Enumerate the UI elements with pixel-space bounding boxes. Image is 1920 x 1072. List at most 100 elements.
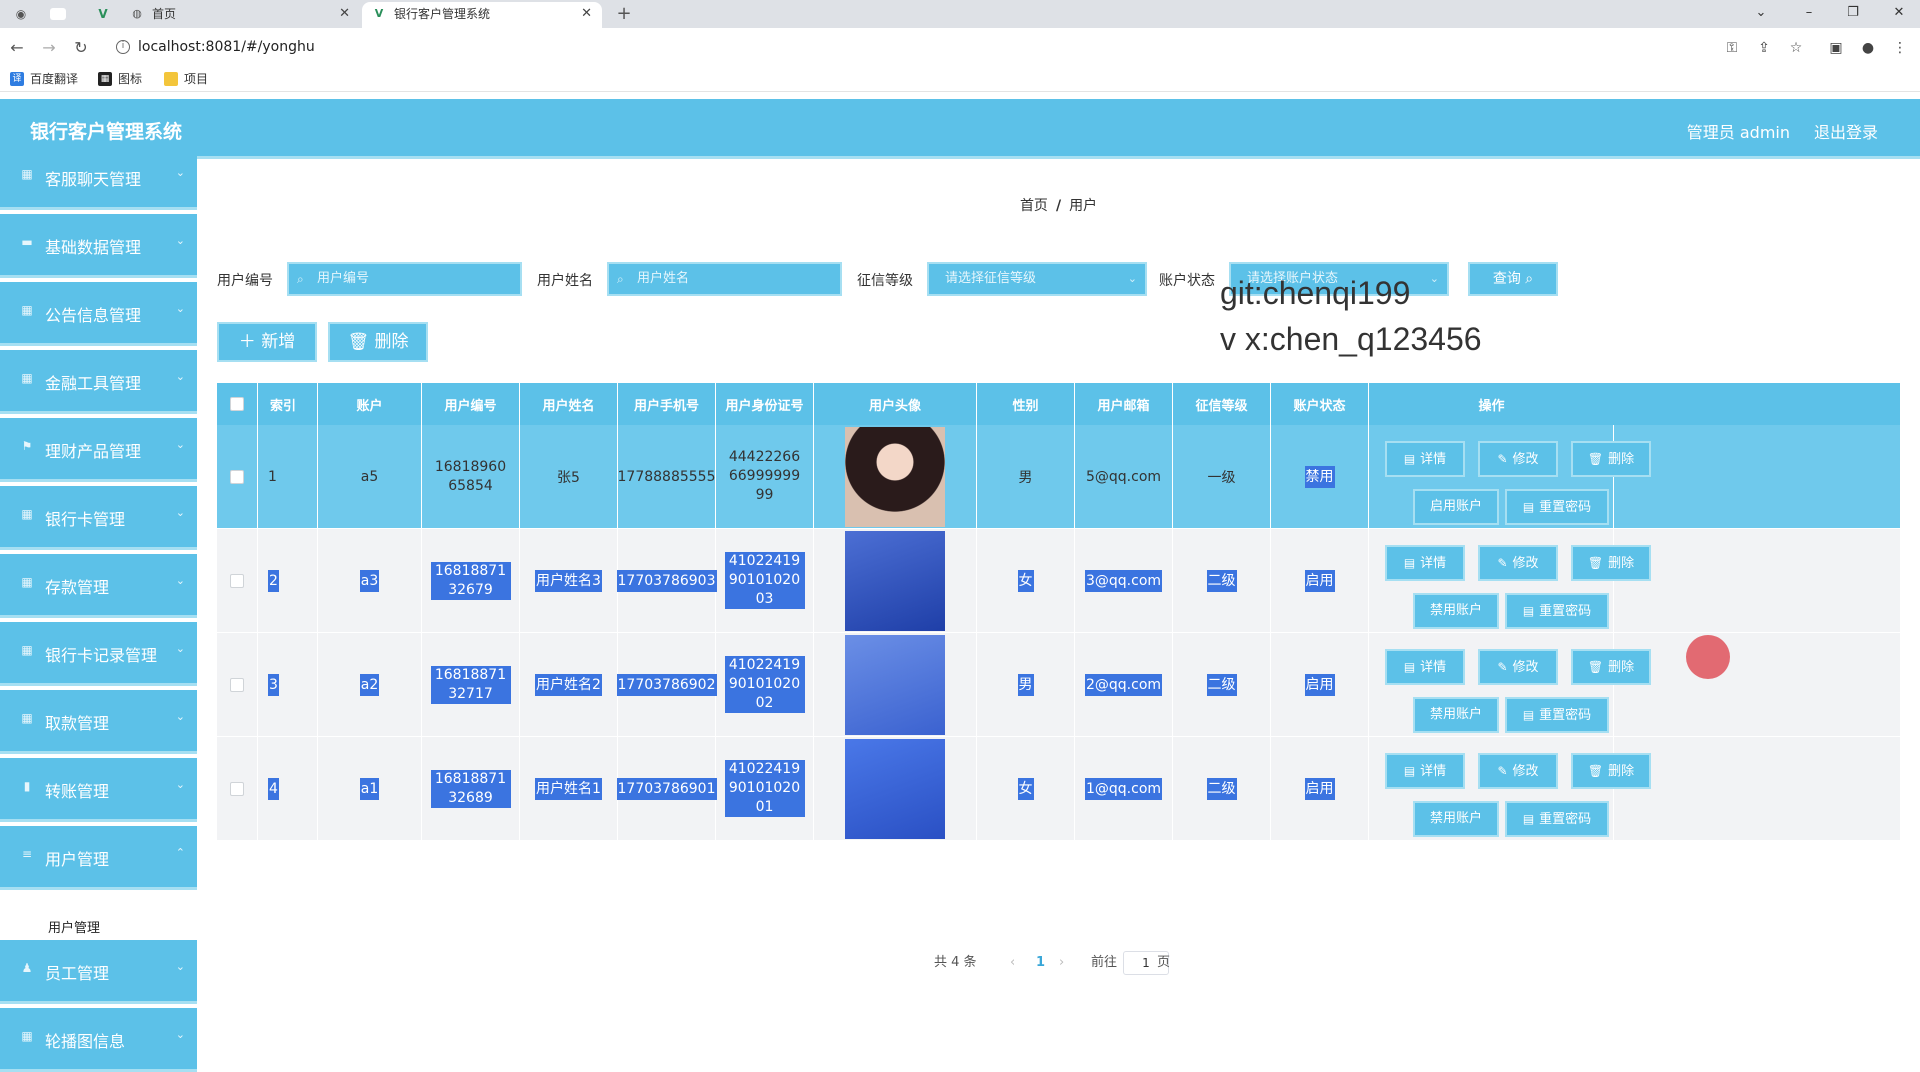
- close-icon[interactable]: ✕: [581, 2, 592, 26]
- url-field[interactable]: i localhost:8081/#/yonghu: [108, 34, 1808, 62]
- tab-placeholder-icon[interactable]: [50, 8, 66, 20]
- chevron-down-icon[interactable]: ⌄: [1746, 3, 1776, 23]
- reset-password-button[interactable]: ▤ 重置密码: [1505, 489, 1609, 525]
- delete-row-button[interactable]: 🗑 删除: [1571, 545, 1651, 581]
- sidebar-item-staff[interactable]: ♟ 员工管理 ⌄: [0, 940, 197, 1004]
- next-page-icon[interactable]: ›: [1059, 948, 1064, 978]
- delete-row-button[interactable]: 🗑 删除: [1571, 441, 1651, 477]
- column-header: 用户身份证号: [716, 383, 814, 425]
- vue-icon[interactable]: V: [94, 5, 112, 23]
- search-icon: ⌕: [1525, 271, 1534, 287]
- sidebar-item-card-records[interactable]: ▦ 银行卡记录管理 ⌄: [0, 622, 197, 686]
- bookmark-translate[interactable]: 译 百度翻译: [10, 71, 78, 87]
- detail-button[interactable]: ▤ 详情: [1385, 441, 1465, 477]
- row-checkbox[interactable]: [230, 781, 244, 796]
- sidebar-item-users[interactable]: ≡ 用户管理 ⌃: [0, 826, 197, 890]
- more-icon[interactable]: ⋮: [1890, 38, 1910, 58]
- avatar: [845, 634, 945, 735]
- detail-button[interactable]: ▤ 详情: [1385, 545, 1465, 581]
- toggle-account-button[interactable]: 禁用账户: [1413, 801, 1499, 837]
- sidebar-item-chat[interactable]: ▦ 客服聊天管理 ⌄: [0, 146, 197, 210]
- star-icon[interactable]: ☆: [1786, 38, 1806, 58]
- email-value: 3@qq.com: [1084, 569, 1163, 592]
- sidebar-item-bank-card[interactable]: ▦ 银行卡管理 ⌄: [0, 486, 197, 550]
- sidebar-item-notice[interactable]: ▦ 公告信息管理 ⌄: [0, 282, 197, 346]
- row-checkbox[interactable]: [230, 573, 244, 588]
- table-row[interactable]: 3 a2 1681887132717 用户姓名2 17703786902 41022419…: [217, 633, 1900, 737]
- toggle-account-button[interactable]: 启用账户: [1413, 489, 1499, 525]
- user-no-input[interactable]: ⌕ 用户编号: [287, 262, 522, 296]
- sidebar-item-transfer[interactable]: ▮ 转账管理 ⌄: [0, 758, 197, 822]
- toggle-account-button[interactable]: 禁用账户: [1413, 593, 1499, 629]
- account-status-label: 账户状态: [1159, 273, 1215, 289]
- sidebar-item-carousel[interactable]: ▦ 轮播图信息 ⌄: [0, 1008, 197, 1072]
- share-icon[interactable]: ⇪: [1754, 38, 1774, 58]
- account-icon[interactable]: ●: [1858, 38, 1878, 58]
- credit-value: 一级: [1207, 469, 1236, 486]
- cell-email: 2@qq.com: [1075, 633, 1173, 736]
- info-icon[interactable]: i: [116, 40, 130, 54]
- reset-password-button[interactable]: ▤ 重置密码: [1505, 801, 1609, 837]
- column-header: 征信等级: [1173, 383, 1271, 425]
- reload-icon[interactable]: ↻: [70, 37, 92, 59]
- phone-value: 17703786901: [616, 777, 717, 800]
- select-all-checkbox[interactable]: [230, 397, 244, 411]
- close-icon[interactable]: ✕: [339, 2, 350, 26]
- page-number[interactable]: 1: [1036, 948, 1045, 978]
- tab-home[interactable]: ◍ 首页 ✕: [120, 2, 360, 28]
- sidebar-item-deposit[interactable]: ▦ 存款管理 ⌄: [0, 554, 197, 618]
- row-checkbox[interactable]: [230, 677, 244, 692]
- tab-title: 银行客户管理系统: [394, 7, 491, 21]
- user-name-input[interactable]: ⌕ 用户姓名: [607, 262, 842, 296]
- delete-row-button[interactable]: 🗑 删除: [1571, 649, 1651, 685]
- document-icon: ▤: [1403, 764, 1416, 778]
- add-button[interactable]: ＋ 新增: [217, 322, 317, 362]
- breadcrumb-home[interactable]: 首页: [1020, 198, 1048, 214]
- close-window-icon[interactable]: ✕: [1884, 3, 1914, 23]
- reset-password-button[interactable]: ▤ 重置密码: [1505, 697, 1609, 733]
- sidebar-item-basic-data[interactable]: ▬ 基础数据管理 ⌄: [0, 214, 197, 278]
- delete-row-button[interactable]: 🗑 删除: [1571, 753, 1651, 789]
- chevron-down-icon: ⌄: [175, 574, 185, 587]
- prev-page-icon[interactable]: ‹: [1010, 948, 1015, 978]
- table-row[interactable]: 1 a5 1681896065854 张5 17788885555 44422266669…: [217, 425, 1900, 529]
- logout-link[interactable]: 退出登录: [1814, 119, 1878, 143]
- sidebar-item-label: 取款管理: [45, 714, 110, 733]
- edit-button[interactable]: ✎ 修改: [1478, 441, 1558, 477]
- edit-button[interactable]: ✎ 修改: [1478, 753, 1558, 789]
- edit-button[interactable]: ✎ 修改: [1478, 649, 1558, 685]
- row-checkbox[interactable]: [230, 469, 244, 484]
- minimize-icon[interactable]: –: [1794, 3, 1824, 23]
- back-icon[interactable]: ←: [6, 37, 28, 59]
- bookmark-icons[interactable]: ▦ 图标: [98, 71, 142, 87]
- forward-icon[interactable]: →: [38, 37, 60, 59]
- detail-button[interactable]: ▤ 详情: [1385, 649, 1465, 685]
- globe-icon: ◍: [132, 7, 142, 20]
- url-text: localhost:8081/#/yonghu: [138, 39, 315, 55]
- reset-password-button[interactable]: ▤ 重置密码: [1505, 593, 1609, 629]
- key-icon[interactable]: ⚿: [1722, 38, 1742, 58]
- select-all-cell[interactable]: [217, 383, 258, 425]
- table-row[interactable]: 4 a1 1681887132689 用户姓名1 17703786901 41022419…: [217, 737, 1900, 841]
- cell-gender: 男: [977, 425, 1075, 528]
- phone-value: 17703786902: [616, 673, 717, 696]
- tab-bank-system[interactable]: V 银行客户管理系统 ✕: [362, 2, 602, 28]
- table-row[interactable]: 2 a3 1681887132679 用户姓名3 17703786903 41022419…: [217, 529, 1900, 633]
- sidebar-item-finance-tools[interactable]: ▦ 金融工具管理 ⌄: [0, 350, 197, 414]
- sidebar-item-withdraw[interactable]: ▦ 取款管理 ⌄: [0, 690, 197, 754]
- restore-icon[interactable]: ❐: [1838, 3, 1868, 23]
- credit-level-select[interactable]: 请选择征信等级 ⌄: [927, 262, 1147, 296]
- detail-button[interactable]: ▤ 详情: [1385, 753, 1465, 789]
- profile-icon[interactable]: ◉: [12, 5, 30, 23]
- button-label: 详情: [1420, 556, 1447, 571]
- toggle-account-button[interactable]: 禁用账户: [1413, 697, 1499, 733]
- sidebar-item-wealth-products[interactable]: ⚑ 理财产品管理 ⌄: [0, 418, 197, 482]
- new-tab-icon[interactable]: +: [615, 5, 633, 23]
- sidepanel-icon[interactable]: ▣: [1826, 38, 1846, 58]
- chevron-down-icon: ⌄: [175, 166, 185, 179]
- button-label: 详情: [1420, 764, 1447, 779]
- delete-button[interactable]: 🗑 删除: [328, 322, 428, 362]
- grid-icon: ▦: [21, 643, 33, 657]
- edit-button[interactable]: ✎ 修改: [1478, 545, 1558, 581]
- bookmark-project[interactable]: 项目: [164, 71, 208, 87]
